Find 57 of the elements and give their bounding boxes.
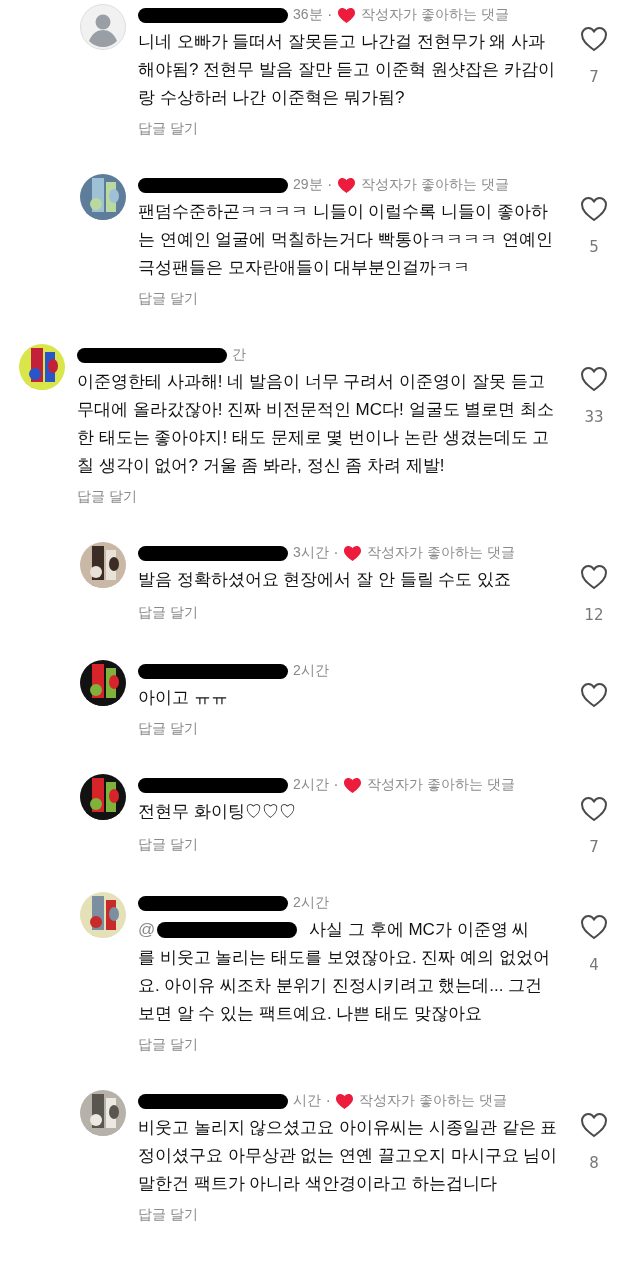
heart-icon[interactable] <box>580 366 608 392</box>
heart-icon[interactable] <box>580 914 608 940</box>
heart-icon[interactable] <box>580 26 608 52</box>
comment-text: 아이고 ㅠㅠ <box>138 688 228 707</box>
reply-link[interactable]: 답글 달기 <box>138 1206 198 1224</box>
heart-icon <box>337 6 357 24</box>
comment-text: 니네 오빠가 들떠서 잘못듣고 나간걸 전현무가 왜 사과해야됨? 전현무 발음 잘만 듣고 이준혁 원샷잡은 카감이랑 수상하러 나간 이준혁은 뭐가됨? <box>138 32 555 107</box>
reply-link[interactable]: 답글 달기 <box>138 1036 198 1054</box>
comment-text: 팬덤수준하곤ㅋㅋㅋㅋ 니들이 이럴수록 니들이 좋아하는 연예인 얼굴에 먹칠하는거다 빡통아ㅋㅋㅋㅋ 연예인 극성팬들은 모자란애들이 대부분인걸까ㅋㅋ <box>138 202 553 277</box>
timestamp: 2시간 <box>293 776 329 794</box>
avatar-icon[interactable] <box>80 4 126 50</box>
comment-text: 발음 정확하셨어요 현장에서 잘 안 들릴 수도 있죠 <box>138 570 512 589</box>
reply-link[interactable]: 답글 달기 <box>138 120 198 138</box>
timestamp: 2시간 <box>293 662 329 680</box>
like-count: 7 <box>589 838 599 856</box>
separator: · <box>326 1093 331 1109</box>
author-liked-label: 작성자가 좋아하는 댓글 <box>361 176 509 194</box>
like-count: 12 <box>584 606 604 624</box>
heart-icon[interactable] <box>580 796 608 822</box>
like-count: 33 <box>584 408 604 426</box>
like-count: 5 <box>589 238 599 256</box>
author-liked-label: 작성자가 좋아하는 댓글 <box>367 544 516 562</box>
comment-text: 를 비웃고 놀리는 태도를 보였잖아요. 진짜 예의 없었어요. 아이유 씨조차 분위기 진정시키려고 했는데... 그건 보면 알 수 있는 팩트예요. 나쁜 태도 맞잖아요 <box>138 947 551 1025</box>
like-count: 8 <box>589 1154 599 1172</box>
heart-icon <box>335 1092 355 1110</box>
comment-text: 전현무 화이팅♡♡♡ <box>138 802 296 821</box>
separator: · <box>333 545 339 561</box>
timestamp: 29분 <box>293 176 323 194</box>
timestamp: 시간 <box>293 1092 321 1110</box>
reply-link[interactable]: 답글 달기 <box>138 604 198 624</box>
heart-icon <box>337 176 357 194</box>
comment-text: 이준영한테 사과해! 네 발음이 너무 구려서 이준영이 잘못 듣고 무대에 올라갔잖아! 진짜 비전문적인 MC다! 얼굴도 별로면 최소한 태도는 좋아야지! 태도 문제로 몇 번이나 논란 생겼는데도 고칠 생각이 없어? 거울 좀 봐라, 정신 좀 차려 제발! <box>77 372 554 475</box>
comment-text: 비웃고 놀리지 않으셨고요 아이유씨는 시종일관 같은 표정이셨구요 아무상관 없는 연옌 끌고오지 마시구요 님이 말한건 팩트가 아니라 색안경이라고 하는겁니다 <box>138 1118 558 1193</box>
timestamp: 36분 <box>293 6 323 24</box>
separator: · <box>327 7 333 23</box>
timestamp: 간 <box>232 346 246 364</box>
heart-icon[interactable] <box>580 564 608 590</box>
separator: · <box>333 777 339 793</box>
like-count: 4 <box>589 956 599 974</box>
heart-icon[interactable] <box>580 682 608 708</box>
reply-link[interactable]: 답글 달기 <box>138 720 198 738</box>
reply-link[interactable]: 답글 달기 <box>138 836 198 856</box>
timestamp: 2시간 <box>293 894 329 912</box>
author-liked-label: 작성자가 좋아하는 댓글 <box>367 776 516 794</box>
author-liked-label: 작성자가 좋아하는 댓글 <box>359 1092 508 1110</box>
heart-icon[interactable] <box>580 196 608 222</box>
comment-text: 사실 그 후에 MC가 이준영 씨 <box>309 919 530 941</box>
heart-icon <box>343 544 363 562</box>
heart-icon <box>343 776 363 794</box>
heart-icon[interactable] <box>580 1112 608 1138</box>
timestamp: 3시간 <box>293 544 329 562</box>
reply-link[interactable]: 답글 달기 <box>138 290 198 308</box>
separator: · <box>327 177 333 193</box>
like-count: 7 <box>589 68 599 86</box>
author-liked-label: 작성자가 좋아하는 댓글 <box>361 6 509 24</box>
mention-link[interactable]: @ <box>138 916 156 944</box>
reply-link[interactable]: 답글 달기 <box>77 488 137 506</box>
